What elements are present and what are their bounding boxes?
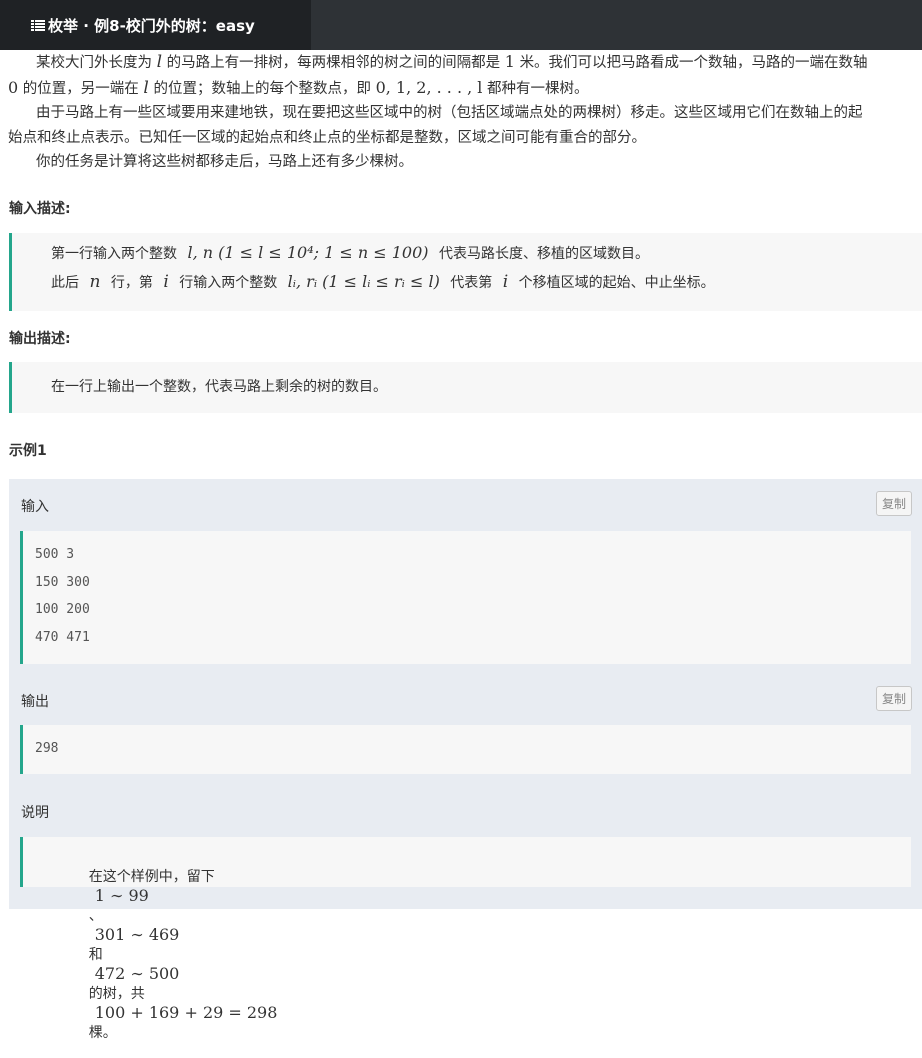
example-title: 示例1 [9, 443, 47, 459]
desc-text: 的位置，另一端在 [22, 80, 139, 97]
input-math: l, n (1 ≤ l ≤ 10⁴; 1 ≤ n ≤ 100) [187, 243, 429, 262]
desc-text: 的位置；数轴上的每个整数点，即 [153, 80, 371, 97]
math-num: 0 [8, 77, 19, 97]
input-text: 此后 [51, 275, 79, 291]
copy-input-button[interactable]: 复制 [876, 491, 912, 516]
math-num: 1 [504, 52, 515, 71]
input-text: 代表马路长度、移植的区域数目。 [438, 246, 649, 262]
desc-paragraph-2-cont: 始点和终止点表示。已知任一区域的起始点和终止点的坐标都是整数，区域之间可能有重合… [8, 129, 646, 146]
math-var: l [143, 77, 149, 98]
problem-tab[interactable]: 枚举 · 例8-校门外的树：easy [0, 0, 311, 50]
note-line: 在这个样例中，留下 1 ∼ 99 、 301 ∼ 469 和 472 ∼ 500… [62, 850, 283, 1058]
desc-paragraph-2: 由于马路上有一些区域要用来建地铁，现在要把这些区域中的树（包括区域端点处的两棵树… [36, 105, 863, 121]
input-description-title: 输入描述: [9, 201, 71, 217]
input-text: 行输入两个整数 [179, 275, 278, 291]
example-input-label: 输入 [21, 499, 49, 515]
problem-description: 某校大门外长度为 l 的马路上有一排树，每两棵相邻的树之间的间隔都是 1 米。我… [8, 50, 920, 175]
input-description-block: 第一行输入两个整数 l, n (1 ≤ l ≤ 10⁴; 1 ≤ n ≤ 100… [9, 233, 922, 311]
example-output-label: 输出 [21, 694, 49, 710]
output-description-block: 在一行上输出一个整数，代表马路上剩余的树的数目。 [9, 362, 922, 413]
desc-paragraph-1-cont: 0 的位置，另一端在 l 的位置；数轴上的每个整数点，即 0, 1, 2, . … [8, 76, 920, 102]
desc-paragraph-1: 某校大门外长度为 l 的马路上有一排树，每两棵相邻的树之间的间隔都是 1 米。我… [8, 50, 920, 76]
code-line: 100 200 [35, 602, 90, 617]
input-text: 第一行输入两个整数 [51, 246, 177, 262]
input-line-1: 第一行输入两个整数 l, n (1 ≤ l ≤ 10⁴; 1 ≤ n ≤ 100… [51, 243, 649, 263]
example-note-block: 在这个样例中，留下 1 ∼ 99 、 301 ∼ 469 和 472 ∼ 500… [20, 837, 911, 1041]
note-text: 的树，共 [88, 986, 145, 1002]
math-seq: 0, 1, 2, . . . , l [375, 77, 483, 97]
input-text: 行，第 [110, 275, 153, 291]
tab-title: 枚举 · 例8-校门外的树：easy [48, 16, 255, 35]
note-text: 棵。 [88, 1025, 117, 1041]
output-line: 在一行上输出一个整数，代表马路上剩余的树的数目。 [51, 379, 387, 395]
input-text: 代表第 [450, 275, 493, 291]
code-line: 470 471 [35, 630, 90, 645]
input-math: i [502, 272, 509, 292]
note-text: 在这个样例中，留下 [88, 869, 215, 885]
desc-text: 米。我们可以把马路看成一个数轴，马路的一端在数轴 [519, 55, 868, 71]
note-math: 301 ∼ 469 [94, 925, 180, 944]
code-line: 500 3 [35, 547, 75, 562]
code-line: 150 300 [35, 575, 90, 590]
input-math: lᵢ, rᵢ (1 ≤ lᵢ ≤ rᵢ ≤ l) [287, 272, 440, 291]
note-math: 100 + 169 + 29 = 298 [94, 1003, 278, 1022]
output-description-title: 输出描述: [9, 331, 71, 347]
desc-text: 某校大门外长度为 [36, 55, 152, 71]
note-text: 、 [88, 908, 103, 924]
note-text: 和 [88, 947, 103, 963]
top-bar: 枚举 · 例8-校门外的树：easy [0, 0, 922, 50]
list-icon [31, 19, 45, 31]
code-line: 298 [35, 741, 59, 756]
desc-text: 都种有一棵树。 [487, 80, 589, 97]
note-math: 472 ∼ 500 [94, 964, 180, 983]
copy-output-button[interactable]: 复制 [876, 686, 912, 711]
input-line-2: 此后 n 行，第 i 行输入两个整数 lᵢ, rᵢ (1 ≤ lᵢ ≤ rᵢ ≤… [51, 272, 715, 292]
example-input-code: 500 3 150 300 100 200 470 471 [20, 531, 911, 664]
math-var: l [156, 52, 163, 72]
desc-paragraph-3: 你的任务是计算将这些树都移走后，马路上还有多少棵树。 [36, 154, 413, 170]
example-note-label: 说明 [21, 805, 49, 821]
note-math: 1 ∼ 99 [94, 886, 149, 905]
input-math: n [89, 272, 101, 292]
desc-text: 的马路上有一排树，每两棵相邻的树之间的间隔都是 [166, 55, 501, 71]
input-text: 个移植区域的起始、中止坐标。 [518, 275, 715, 291]
example-box: 输入 复制 500 3 150 300 100 200 470 471 输出 复… [9, 479, 922, 1041]
example-output-code: 298 [20, 725, 911, 774]
input-math: i [163, 272, 169, 292]
